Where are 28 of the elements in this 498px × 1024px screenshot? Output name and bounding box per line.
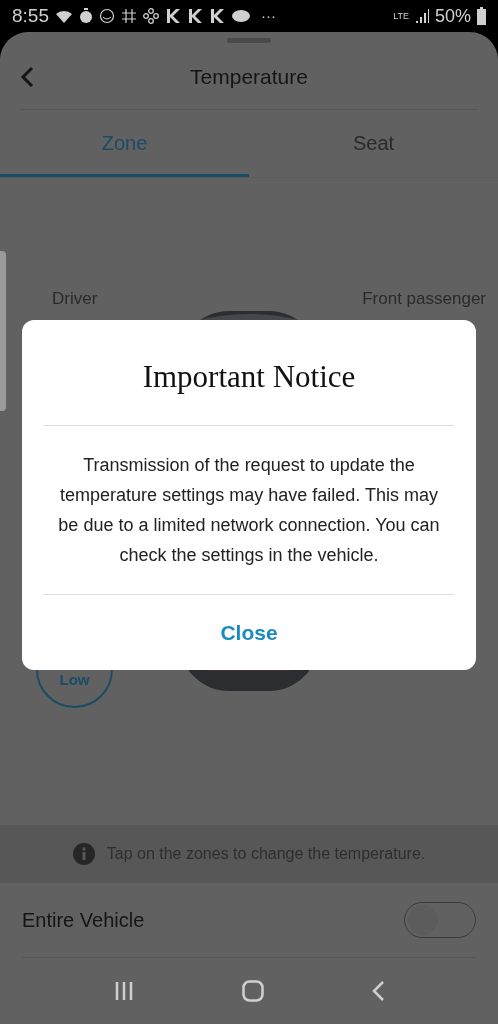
timer-icon	[79, 8, 93, 24]
setting-label: Entire Vehicle	[22, 908, 145, 933]
app-icon	[165, 8, 181, 24]
home-icon[interactable]	[242, 980, 264, 1002]
planet-icon	[231, 8, 251, 24]
battery-icon	[477, 7, 486, 25]
grid-icon	[121, 8, 137, 24]
battery-level: 50%	[434, 4, 471, 28]
back-icon[interactable]	[370, 980, 385, 1002]
smile-icon	[99, 8, 115, 24]
zone-label: Driver	[52, 288, 98, 310]
more-notifications: ···	[261, 5, 276, 26]
info-icon	[72, 843, 95, 865]
app-icon	[209, 8, 225, 24]
tab[interactable]: Seat	[249, 110, 498, 177]
clock: 8:55	[12, 3, 49, 28]
screen-title: Temperature	[190, 63, 308, 90]
app-icon	[187, 8, 203, 24]
signal-icon	[414, 8, 429, 24]
close-button[interactable]: Close	[204, 612, 294, 652]
tab[interactable]: Zone	[0, 110, 249, 177]
wifi-icon	[55, 8, 73, 24]
back-icon[interactable]	[20, 65, 36, 88]
dialog-message: Transmission of the request to update the temperature settings may have failed. This may be due to a limited network connection. You can check the settings in the vehicle.	[44, 425, 454, 595]
toggle-switch[interactable]	[404, 902, 476, 938]
flower-icon	[143, 8, 159, 24]
network-type: LTE	[393, 11, 409, 21]
dialog-title: Important Notice	[44, 320, 454, 426]
